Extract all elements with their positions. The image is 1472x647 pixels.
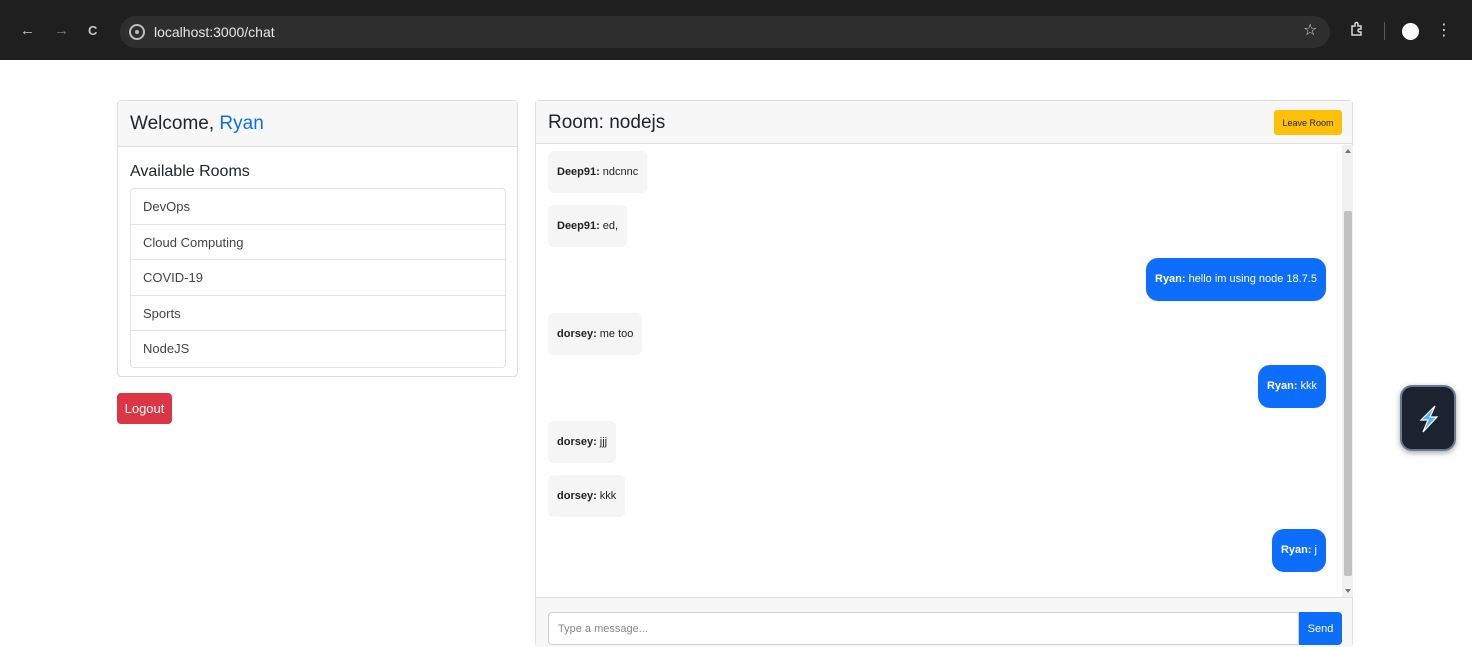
message-author: dorsey:: [557, 327, 597, 340]
room-title: Room: nodejs: [548, 112, 666, 133]
message-text: jjj: [599, 435, 608, 448]
message-item: dorsey: me too: [548, 313, 643, 355]
message-author: dorsey:: [557, 435, 597, 448]
message-text: hello im using node 18.7.5: [1188, 273, 1317, 285]
message-text: kkk: [599, 489, 617, 502]
room-item-nodejs[interactable]: NodeJS: [131, 331, 505, 367]
toolbar-divider: [1384, 22, 1385, 40]
message-item-self: Ryan: hello im using node 18.7.5: [1146, 258, 1326, 301]
chat-header: Room: nodejs Leave Room: [536, 101, 1352, 144]
url-text[interactable]: localhost:3000/chat: [154, 24, 275, 40]
room-item-sports[interactable]: Sports: [131, 296, 505, 331]
message-item-self: Ryan: kkk: [1257, 365, 1326, 408]
message-author: dorsey:: [557, 489, 597, 502]
message-item: dorsey: jjj: [548, 421, 617, 463]
address-bar[interactable]: localhost:3000/chat: [120, 16, 1330, 48]
bookmark-star-icon[interactable]: ☆: [1303, 20, 1317, 40]
room-item-cloud-computing[interactable]: Cloud Computing: [131, 225, 505, 260]
message-text: me too: [599, 327, 634, 340]
rooms-title: Available Rooms: [130, 163, 250, 180]
message-text: j: [1314, 544, 1317, 556]
message-author: Deep91:: [557, 219, 600, 232]
reload-icon[interactable]: C: [88, 22, 97, 40]
site-info-icon[interactable]: [129, 24, 145, 40]
message-author: Ryan:: [1266, 380, 1298, 392]
message-list: Deep91: ndcnnc Deep91: ed, Ryan: hello im u…: [536, 145, 1342, 597]
browser-toolbar: ← → C localhost:3000/chat ☆ ⋮: [0, 0, 1472, 60]
back-icon[interactable]: ←: [20, 22, 35, 40]
rooms-card: Welcome, Ryan Available Rooms DevOps Clo…: [117, 100, 518, 377]
message-author: Ryan:: [1280, 544, 1312, 556]
message-item: Deep91: ndcnnc: [548, 151, 648, 193]
browser-menu-icon[interactable]: ⋮: [1436, 20, 1452, 40]
message-composer: Send: [536, 597, 1352, 647]
message-item-self: Ryan: j: [1271, 529, 1326, 572]
message-input[interactable]: [548, 612, 1299, 645]
bolt-icon: [1419, 405, 1439, 433]
messages-scrollbar[interactable]: [1342, 145, 1353, 597]
room-item-devops[interactable]: DevOps: [131, 189, 505, 225]
room-item-covid-19[interactable]: COVID-19: [131, 260, 505, 296]
message-item: dorsey: kkk: [548, 475, 626, 517]
welcome-text: Welcome,: [130, 113, 220, 134]
message-text: ndcnnc: [602, 165, 639, 178]
scroll-up-icon[interactable]: [1345, 149, 1351, 153]
welcome-header: Welcome, Ryan: [118, 101, 517, 147]
message-text: ed,: [602, 219, 619, 232]
logout-button[interactable]: Logout: [117, 393, 172, 424]
room-list: DevOps Cloud Computing COVID-19 Sports N…: [130, 188, 506, 368]
message-author: Deep91:: [557, 165, 600, 178]
message-text: kkk: [1300, 380, 1318, 392]
leave-room-button[interactable]: Leave Room: [1274, 110, 1342, 135]
welcome-username: Ryan: [219, 113, 264, 134]
floating-extension-widget[interactable]: [1400, 385, 1456, 451]
message-item: Deep91: ed,: [548, 205, 628, 247]
chat-card: Room: nodejs Leave Room Deep91: ndcnnc De…: [535, 100, 1353, 647]
scroll-down-icon[interactable]: [1345, 589, 1351, 593]
extensions-icon[interactable]: [1349, 21, 1365, 42]
send-button[interactable]: Send: [1299, 612, 1342, 645]
scrollbar-thumb[interactable]: [1344, 211, 1352, 576]
profile-avatar[interactable]: [1402, 23, 1419, 40]
forward-icon[interactable]: →: [54, 22, 69, 40]
message-author: Ryan:: [1155, 273, 1186, 285]
